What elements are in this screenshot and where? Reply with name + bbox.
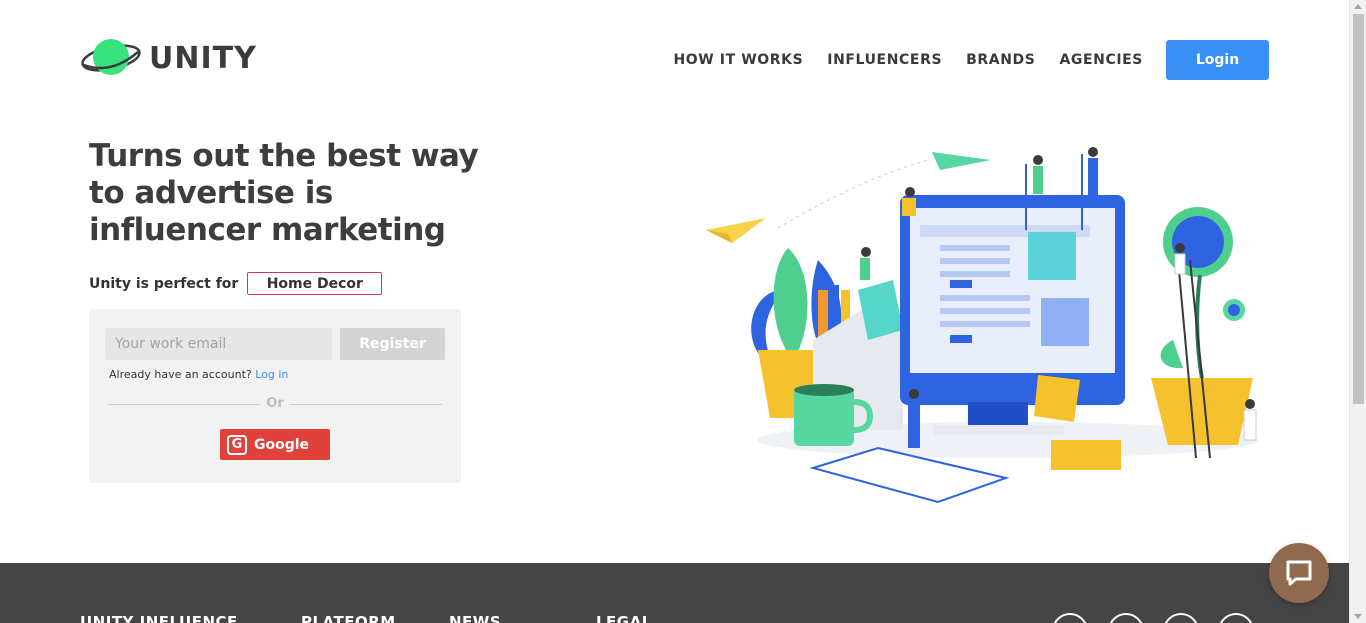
scroll-down-arrow[interactable] [1354, 614, 1362, 619]
chat-button[interactable] [1269, 543, 1329, 603]
main-nav: HOW IT WORKS INFLUENCERS BRANDS AGENCIES… [673, 40, 1269, 80]
have-account-text: Already have an account? Log in [109, 368, 288, 381]
nav-brands[interactable]: BRANDS [966, 52, 1035, 68]
have-account-label: Already have an account? [109, 368, 252, 381]
chat-icon [1286, 560, 1312, 586]
google-icon: G [227, 434, 247, 455]
hero-illustration [706, 147, 1258, 504]
or-divider: Or [108, 396, 442, 412]
scroll-up-arrow[interactable] [1354, 4, 1362, 9]
social-icon[interactable] [1052, 613, 1088, 623]
footer-col-unity-influence: UNITY INFLUENCE [80, 613, 238, 623]
divider-line-right [290, 404, 442, 405]
social-icon[interactable] [1163, 613, 1199, 623]
perfect-for-value: Home Decor [247, 272, 383, 295]
nav-how-it-works[interactable]: HOW IT WORKS [673, 52, 803, 68]
social-icon[interactable] [1218, 613, 1254, 623]
brand-name: UNITY [149, 40, 257, 76]
google-label: Google [254, 436, 310, 453]
nav-influencers[interactable]: INFLUENCERS [827, 52, 942, 68]
hero-headline: Turns out the best way to advertise is i… [89, 138, 479, 248]
email-input[interactable] [105, 328, 332, 360]
signup-card: Register Already have an account? Log in… [89, 309, 461, 483]
unity-logo-icon [81, 39, 141, 75]
login-button[interactable]: Login [1166, 40, 1269, 80]
footer: UNITY INFLUENCE PLATFORM NEWS LEGAL [0, 563, 1349, 623]
footer-col-news: NEWS [449, 613, 502, 623]
register-button[interactable]: Register [340, 328, 445, 360]
google-signin-button[interactable]: G Google [220, 429, 330, 460]
social-icon[interactable] [1108, 613, 1144, 623]
nav-agencies[interactable]: AGENCIES [1059, 52, 1143, 68]
footer-col-platform: PLATFORM [301, 613, 396, 623]
brand-logo[interactable]: UNITY [80, 35, 257, 81]
scrollbar-thumb[interactable] [1353, 14, 1364, 404]
perfect-for-label: Unity is perfect for [89, 275, 239, 292]
footer-col-legal: LEGAL [596, 613, 652, 623]
page-scrollbar[interactable] [1349, 0, 1366, 623]
login-link[interactable]: Log in [255, 368, 288, 381]
perfect-for-row: Unity is perfect for Home Decor [89, 272, 383, 295]
